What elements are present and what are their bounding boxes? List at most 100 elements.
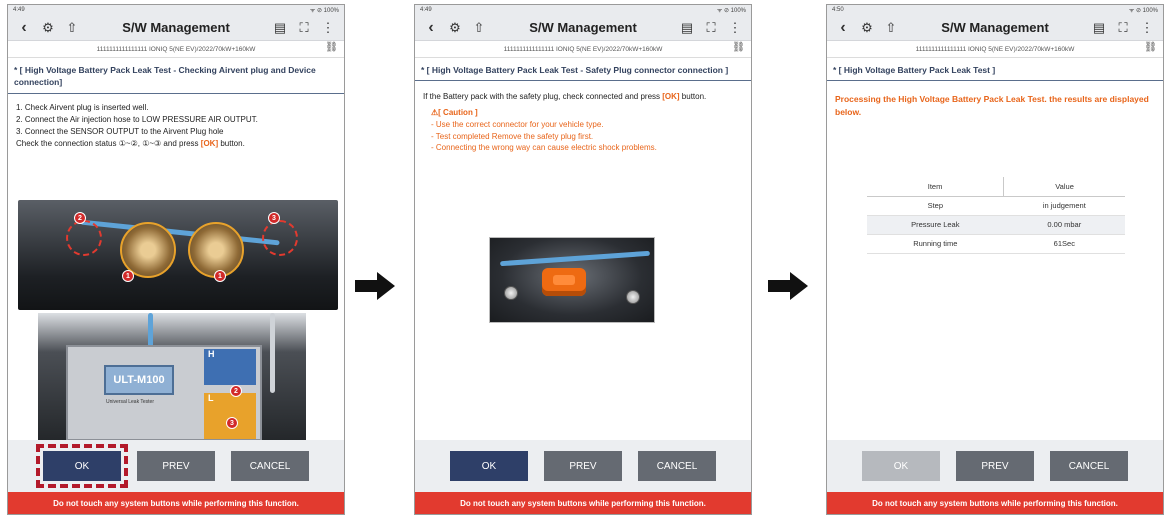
caution-title: ⚠[ Caution ] bbox=[431, 107, 743, 119]
caution-item: - Test completed Remove the safety plug … bbox=[431, 131, 594, 141]
ok-button[interactable]: OK bbox=[862, 451, 940, 481]
magnified-plug-2 bbox=[188, 222, 244, 278]
sw-update-icon[interactable]: ⇧ bbox=[60, 18, 84, 38]
screen-safety-plug: 4:49 ᯤ ⊘ 100% ‹ ⚙ ⇧ S/W Management ▤ ⛶ ⋮… bbox=[414, 4, 752, 515]
car-settings-icon[interactable]: ⛓ bbox=[732, 42, 745, 53]
app-bar: ‹ ⚙ ⇧ S/W Management ▤ ⛶ ⋮ bbox=[415, 15, 751, 41]
safety-plug-photo bbox=[489, 237, 655, 323]
ok-button[interactable]: OK bbox=[450, 451, 528, 481]
screen-capture-icon[interactable]: ⛶ bbox=[1111, 18, 1135, 38]
app-bar: ‹ ⚙ ⇧ S/W Management ▤ ⛶ ⋮ bbox=[827, 15, 1163, 41]
status-indicators: ᯤ ⊘ 100% bbox=[309, 8, 339, 14]
vehicle-info-bar: 1111111111111111 IONIQ 5(NE EV)/2022/70k… bbox=[8, 41, 344, 57]
l-port-label: L bbox=[204, 393, 256, 439]
caution-item: - Connecting the wrong way can cause ele… bbox=[431, 143, 657, 153]
screen-capture-icon[interactable]: ⛶ bbox=[699, 18, 723, 38]
more-vertical-icon[interactable]: ⋮ bbox=[316, 18, 340, 38]
safety-plug bbox=[542, 268, 586, 296]
prev-button[interactable]: PREV bbox=[544, 451, 622, 481]
air-hose bbox=[80, 219, 280, 246]
ok-button[interactable]: OK bbox=[36, 444, 128, 488]
leak-tester-photo: ULT-M100 Universal Leak Tester H L 2 3 bbox=[38, 313, 306, 443]
record-icon[interactable]: ▤ bbox=[1087, 18, 1111, 38]
table-cell: 61Sec bbox=[1003, 234, 1125, 254]
table-row: Pressure Leak 0.00 mbar bbox=[867, 215, 1125, 235]
app-title: S/W Management bbox=[529, 20, 637, 35]
vehicle-info: 1111111111111111 IONIQ 5(NE EV)/2022/70k… bbox=[915, 45, 1075, 53]
table-cell: Step bbox=[867, 196, 1004, 216]
vehicle-info: 1111111111111111 IONIQ 5(NE EV)/2022/70k… bbox=[503, 45, 663, 53]
column-header: Item bbox=[867, 177, 1004, 197]
stage: 4:49 ᯤ ⊘ 100% ‹ ⚙ ⇧ S/W Management ▤ ⛶ ⋮… bbox=[0, 0, 1167, 519]
button-bar: OK PREV CANCEL bbox=[827, 440, 1163, 492]
step-1: 1. Check Airvent plug is inserted well. bbox=[16, 102, 149, 112]
check-text: Check the connection status ①~②, ①~③ and… bbox=[16, 138, 201, 148]
prev-button[interactable]: PREV bbox=[956, 451, 1034, 481]
status-time: 4:49 bbox=[420, 7, 432, 13]
vehicle-diag-icon[interactable]: ⚙ bbox=[855, 18, 879, 38]
caution-block: ⚠[ Caution ] - Use the correct connector… bbox=[423, 107, 743, 153]
status-indicators: ᯤ ⊘ 100% bbox=[1128, 8, 1158, 14]
prev-button[interactable]: PREV bbox=[137, 451, 215, 481]
status-bar: 4:49 ᯤ ⊘ 100% bbox=[8, 5, 344, 15]
marker-badge: 3 bbox=[268, 212, 280, 224]
instruction-text: If the Battery pack with the safety plug… bbox=[423, 92, 663, 102]
connector-right bbox=[626, 290, 640, 304]
connector-left bbox=[504, 286, 518, 300]
instructions: If the Battery pack with the safety plug… bbox=[415, 81, 751, 161]
cancel-button[interactable]: CANCEL bbox=[1050, 451, 1128, 481]
caution-item: - Use the correct connector for your veh… bbox=[431, 119, 604, 129]
instructions: 1. Check Airvent plug is inserted well. … bbox=[8, 94, 344, 158]
table-cell: Running time bbox=[867, 234, 1004, 254]
screen-airvent-check: 4:49 ᯤ ⊘ 100% ‹ ⚙ ⇧ S/W Management ▤ ⛶ ⋮… bbox=[7, 4, 345, 515]
table-cell: 0.00 mbar bbox=[1003, 215, 1125, 235]
marker-badge: 1 bbox=[122, 270, 134, 282]
status-bar: 4:50 ᯤ ⊘ 100% bbox=[827, 5, 1163, 15]
screen-capture-icon[interactable]: ⛶ bbox=[292, 18, 316, 38]
warning-banner: Do not touch any system buttons while pe… bbox=[8, 492, 344, 514]
sw-update-icon[interactable]: ⇧ bbox=[879, 18, 903, 38]
marker-badge: 1 bbox=[214, 270, 226, 282]
caution-title-text: [ Caution ] bbox=[438, 108, 478, 118]
ok-keyword: [OK] bbox=[662, 92, 680, 102]
instruction-suffix: button. bbox=[679, 92, 707, 102]
vehicle-diag-icon[interactable]: ⚙ bbox=[443, 18, 467, 38]
section-title: * [ High Voltage Battery Pack Leak Test … bbox=[827, 58, 1163, 82]
back-arrow-icon[interactable]: ‹ bbox=[12, 18, 36, 38]
status-indicators: ᯤ ⊘ 100% bbox=[716, 8, 746, 14]
more-vertical-icon[interactable]: ⋮ bbox=[1135, 18, 1159, 38]
sensor-highlight-circle bbox=[262, 220, 298, 256]
app-title: S/W Management bbox=[122, 20, 230, 35]
vehicle-info-bar: 1111111111111111 IONIQ 5(NE EV)/2022/70k… bbox=[827, 41, 1163, 57]
ok-keyword: [OK] bbox=[200, 138, 219, 148]
table-header-row: Item Value bbox=[867, 177, 1125, 197]
status-bar: 4:49 ᯤ ⊘ 100% bbox=[415, 5, 751, 15]
section-title: * [ High Voltage Battery Pack Leak Test … bbox=[415, 58, 751, 82]
sw-update-icon[interactable]: ⇧ bbox=[467, 18, 491, 38]
car-settings-icon[interactable]: ⛓ bbox=[1144, 42, 1157, 53]
record-icon[interactable]: ▤ bbox=[268, 18, 292, 38]
vehicle-info: 1111111111111111 IONIQ 5(NE EV)/2022/70k… bbox=[96, 45, 256, 53]
status-time: 4:49 bbox=[13, 7, 25, 13]
car-settings-icon[interactable]: ⛓ bbox=[325, 42, 338, 53]
back-arrow-icon[interactable]: ‹ bbox=[831, 18, 855, 38]
device-model: ULT-M100 bbox=[113, 374, 165, 386]
right-arrow-icon bbox=[768, 272, 808, 300]
airvent-highlight-circle bbox=[66, 220, 102, 256]
cancel-button[interactable]: CANCEL bbox=[638, 451, 716, 481]
vehicle-diag-icon[interactable]: ⚙ bbox=[36, 18, 60, 38]
device-display: ULT-M100 bbox=[104, 365, 174, 395]
marker-badge: 2 bbox=[74, 212, 86, 224]
screen-leak-test-results: 4:50 ᯤ ⊘ 100% ‹ ⚙ ⇧ S/W Management ▤ ⛶ ⋮… bbox=[826, 4, 1164, 515]
cancel-button[interactable]: CANCEL bbox=[231, 451, 309, 481]
right-arrow-icon bbox=[355, 272, 395, 300]
section-title: * [ High Voltage Battery Pack Leak Test … bbox=[8, 58, 344, 94]
column-header: Value bbox=[1003, 177, 1125, 197]
table-row: Running time 61Sec bbox=[867, 234, 1125, 254]
record-icon[interactable]: ▤ bbox=[675, 18, 699, 38]
back-arrow-icon[interactable]: ‹ bbox=[419, 18, 443, 38]
instruction-line: If the Battery pack with the safety plug… bbox=[423, 91, 743, 103]
button-bar: OK PREV CANCEL bbox=[8, 440, 344, 492]
warning-banner: Do not touch any system buttons while pe… bbox=[415, 492, 751, 514]
more-vertical-icon[interactable]: ⋮ bbox=[723, 18, 747, 38]
